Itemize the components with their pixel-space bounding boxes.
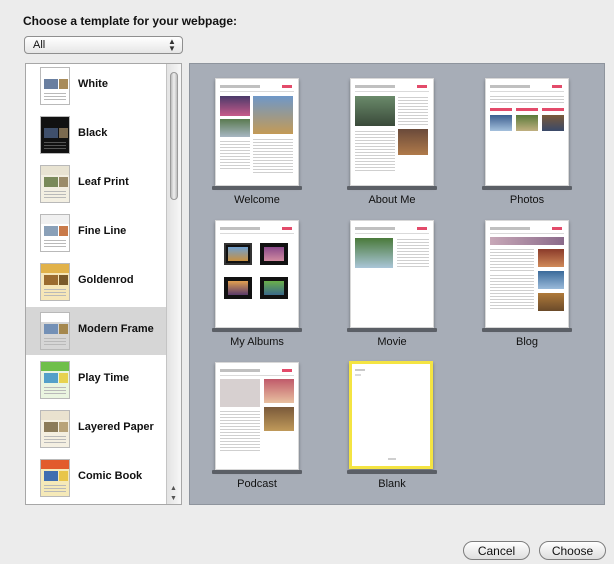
- page-thumbnail: [485, 78, 569, 186]
- filter-value: All: [33, 39, 46, 51]
- page-label: Movie: [377, 336, 407, 348]
- page-label: Photos: [509, 194, 545, 206]
- page-thumbnail: [215, 220, 299, 328]
- page-thumbnail: [485, 220, 569, 328]
- shelf: [347, 186, 437, 190]
- sheet-title: Choose a template for your webpage:: [23, 14, 238, 28]
- updown-arrows-icon: ▲ ▼: [168, 37, 176, 53]
- choose-button[interactable]: Choose: [539, 541, 606, 560]
- cancel-button[interactable]: Cancel: [463, 541, 530, 560]
- theme-thumbnail: [40, 116, 70, 154]
- scrollbar-thumb[interactable]: [170, 72, 178, 200]
- page-label: About Me: [368, 194, 416, 206]
- page-label: Blank: [378, 478, 406, 490]
- scroll-down-arrow-icon[interactable]: ▼: [170, 495, 177, 502]
- template-filter-popup[interactable]: All ▲ ▼: [24, 36, 183, 54]
- theme-thumbnail: [40, 459, 70, 497]
- shelf: [482, 186, 572, 190]
- theme-label: Goldenrod: [78, 274, 134, 286]
- theme-item-fine-line[interactable]: Fine Line: [26, 209, 166, 257]
- theme-thumbnail: [40, 263, 70, 301]
- theme-label: Leaf Print: [78, 176, 129, 188]
- shelf: [482, 328, 572, 332]
- theme-label: White: [78, 78, 108, 90]
- page-label: Podcast: [237, 478, 277, 490]
- theme-thumbnail: [40, 67, 70, 105]
- theme-item-goldenrod[interactable]: Goldenrod: [26, 258, 166, 306]
- theme-thumbnail: [40, 410, 70, 448]
- theme-label: Comic Book: [78, 470, 143, 482]
- page-thumbnail: [215, 362, 299, 470]
- template-chooser-sheet: Choose a template for your webpage: All …: [0, 0, 614, 564]
- theme-label: Modern Frame: [78, 323, 154, 335]
- theme-thumbnail: [40, 361, 70, 399]
- page-label: My Albums: [230, 336, 284, 348]
- shelf: [212, 328, 302, 332]
- page-thumbnail: [350, 78, 434, 186]
- theme-item-layered-paper[interactable]: Layered Paper: [26, 405, 166, 453]
- theme-item-partial[interactable]: [26, 503, 166, 504]
- theme-item-leaf-print[interactable]: Leaf Print: [26, 160, 166, 208]
- theme-label: Layered Paper: [78, 421, 154, 433]
- theme-label: Fine Line: [78, 225, 127, 237]
- theme-item-play-time[interactable]: Play Time: [26, 356, 166, 404]
- page-thumbnail: [215, 78, 299, 186]
- page-thumbnail: [350, 220, 434, 328]
- theme-thumbnail: [40, 165, 70, 203]
- theme-item-white[interactable]: White: [26, 64, 166, 110]
- page-label: Blog: [515, 336, 539, 348]
- theme-item-black[interactable]: Black: [26, 111, 166, 159]
- page-thumbnail-selected: [349, 361, 433, 469]
- page-template-grid: Welcome About Me Photos My Albums Movie …: [189, 63, 605, 505]
- theme-label: Play Time: [78, 372, 130, 384]
- scroll-up-arrow-icon[interactable]: ▲: [170, 485, 177, 492]
- shelf: [212, 470, 302, 474]
- theme-thumbnail: [40, 312, 70, 350]
- theme-list-scrollbar[interactable]: ▲ ▼: [166, 64, 181, 504]
- theme-label: Black: [78, 127, 108, 139]
- shelf: [347, 328, 437, 332]
- shelf: [212, 186, 302, 190]
- theme-item-comic-book[interactable]: Comic Book: [26, 454, 166, 502]
- theme-list[interactable]: White Black Leaf Print Fine Line Goldenr…: [25, 63, 182, 505]
- page-label: Welcome: [234, 194, 280, 206]
- shelf: [347, 470, 437, 474]
- theme-item-modern-frame[interactable]: Modern Frame: [26, 307, 166, 355]
- theme-thumbnail: [40, 214, 70, 252]
